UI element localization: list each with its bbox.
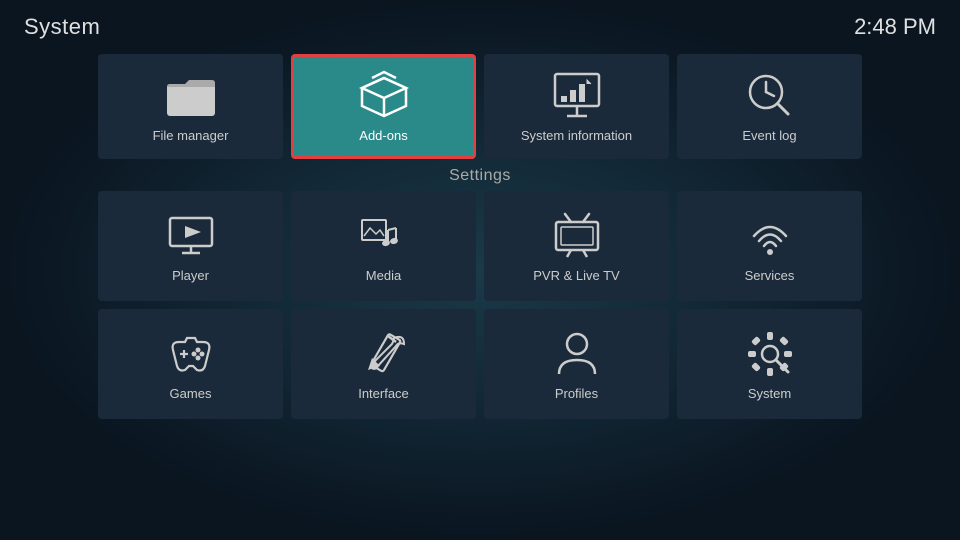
presentation-icon [551,70,603,122]
person-icon [551,328,603,380]
play-icon [165,210,217,262]
tile-player-label: Player [172,268,209,283]
tile-file-manager[interactable]: File manager [98,54,283,159]
gamepad-icon [165,328,217,380]
pencil-icon [358,328,410,380]
box-icon [358,70,410,122]
clock: 2:48 PM [854,14,936,40]
tile-pvr-live-tv[interactable]: PVR & Live TV [484,191,669,301]
tile-media-label: Media [366,268,401,283]
tile-interface-label: Interface [358,386,409,401]
clock-search-icon [744,70,796,122]
tile-event-log[interactable]: Event log [677,54,862,159]
tile-player[interactable]: Player [98,191,283,301]
header: System 2:48 PM [0,0,960,48]
top-row: File manager Add-ons [0,48,960,163]
tile-system-information[interactable]: System information [484,54,669,159]
tile-interface[interactable]: Interface [291,309,476,419]
tile-add-ons[interactable]: Add-ons [291,54,476,159]
tile-add-ons-label: Add-ons [359,128,407,143]
tile-media[interactable]: Media [291,191,476,301]
settings-label: Settings [0,163,960,191]
tile-pvr-live-tv-label: PVR & Live TV [533,268,619,283]
media-icon [358,210,410,262]
tile-event-log-label: Event log [742,128,796,143]
settings-row-2: Games Interface [0,309,960,427]
wifi-icon [744,210,796,262]
tile-services[interactable]: Services [677,191,862,301]
tile-file-manager-label: File manager [153,128,229,143]
folder-icon [165,70,217,122]
tile-games-label: Games [170,386,212,401]
tv-icon [551,210,603,262]
tile-services-label: Services [745,268,795,283]
settings-row-1: Player Media [0,191,960,309]
main-page: System 2:48 PM File manager [0,0,960,540]
tile-system[interactable]: System [677,309,862,419]
tile-system-label: System [748,386,791,401]
gear-fork-icon [744,328,796,380]
tile-profiles[interactable]: Profiles [484,309,669,419]
tile-games[interactable]: Games [98,309,283,419]
tile-profiles-label: Profiles [555,386,598,401]
app-title: System [24,14,100,40]
tile-system-information-label: System information [521,128,632,143]
